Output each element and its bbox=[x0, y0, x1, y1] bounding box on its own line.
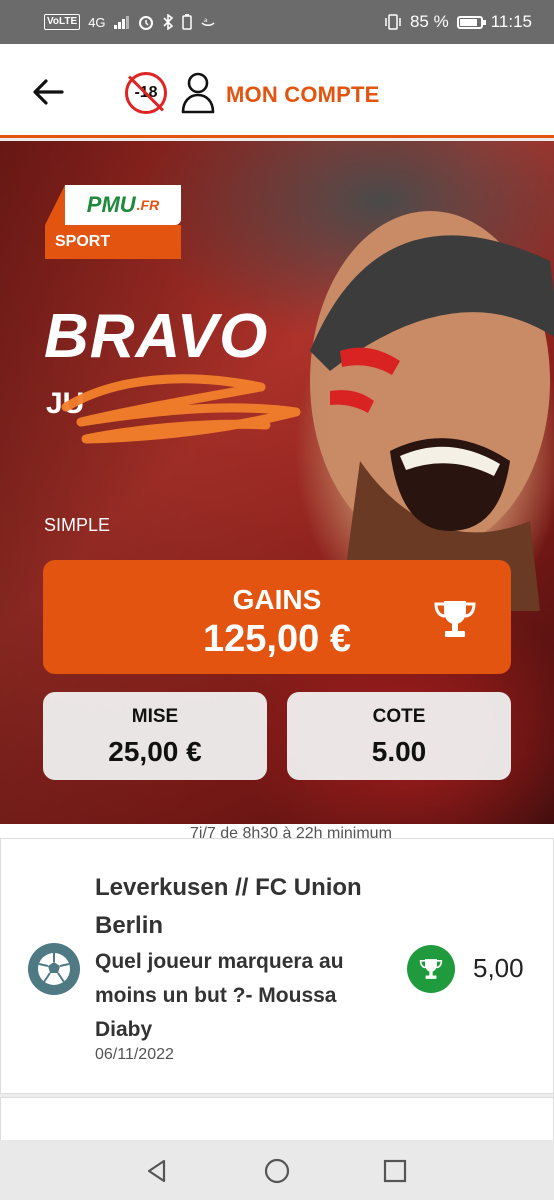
pmu-sport-logo: PMU .FR SPORT bbox=[45, 185, 181, 259]
vibrate-icon bbox=[385, 14, 401, 30]
odds-label: COTE bbox=[372, 706, 426, 727]
logo-domain: .FR bbox=[136, 197, 160, 213]
my-account-link[interactable]: MON COMPTE bbox=[226, 82, 380, 108]
clock: 11:15 bbox=[490, 12, 532, 31]
svg-text:a: a bbox=[204, 18, 208, 24]
stake-label: MISE bbox=[131, 706, 179, 727]
triangle-back-icon[interactable] bbox=[144, 1158, 170, 1184]
opening-hours-strip: 7j/7 de 8h30 à 22h minimum bbox=[0, 824, 554, 838]
battery-saver-icon bbox=[181, 14, 192, 30]
redaction-scribble bbox=[61, 374, 301, 444]
battery-percent: 85 % bbox=[409, 12, 449, 31]
stake-value: 25,00 € bbox=[108, 736, 202, 767]
opening-hours-text: 7j/7 de 8h30 à 22h minimum bbox=[190, 825, 392, 839]
bet-card[interactable]: Leverkusen // FC Union Berlin Quel joueu… bbox=[0, 838, 554, 1094]
bluetooth-icon bbox=[162, 14, 173, 30]
back-arrow-icon[interactable] bbox=[28, 74, 68, 110]
logo-section: SPORT bbox=[45, 225, 181, 259]
soccer-ball-icon bbox=[28, 943, 80, 995]
bet-type: SIMPLE bbox=[44, 515, 111, 535]
won-trophy-glyph bbox=[419, 959, 443, 979]
square-recent-icon[interactable] bbox=[382, 1158, 408, 1184]
win-banner: PMU .FR SPORT BRAVO JU SIMPLE GAINS 125,… bbox=[0, 141, 554, 825]
user-icon[interactable] bbox=[180, 70, 216, 114]
logo-corner bbox=[45, 185, 65, 225]
odds-box-value: 5.00 bbox=[371, 736, 427, 767]
odds-box: COTE 5.00 bbox=[287, 692, 511, 780]
volte-badge: VoLTE bbox=[44, 14, 81, 30]
network-type: 4G bbox=[88, 14, 106, 30]
headline: BRAVO bbox=[44, 302, 269, 371]
battery-icon bbox=[456, 15, 486, 29]
trophy-icon bbox=[434, 601, 476, 637]
alarm-icon bbox=[138, 16, 153, 30]
gains-panel: GAINS 125,00 € bbox=[43, 560, 511, 674]
age-restriction-label: -18 bbox=[134, 84, 158, 101]
match-title: Leverkusen // FC Union Berlin bbox=[95, 874, 362, 939]
stake-box: MISE 25,00 € bbox=[43, 692, 267, 780]
status-bar: VoLTE 4G a 85 % 11:15 bbox=[0, 0, 554, 44]
bet-odds: 5,00 bbox=[473, 953, 524, 983]
match-date: 06/11/2022 bbox=[95, 1046, 174, 1063]
logo-brand: PMU bbox=[86, 192, 136, 217]
age-restriction-badge: -18 bbox=[125, 72, 167, 114]
status-left: VoLTE 4G a bbox=[44, 14, 216, 30]
amazon-icon: a bbox=[201, 18, 215, 26]
won-trophy-icon bbox=[407, 945, 455, 993]
bet-question: Quel joueur marquera au moins un but ?- … bbox=[95, 950, 344, 1041]
circle-home-icon[interactable] bbox=[264, 1158, 290, 1184]
app-header: -18 MON COMPTE bbox=[0, 44, 554, 138]
system-nav-bar bbox=[0, 1140, 554, 1200]
signal-icon bbox=[113, 16, 129, 29]
logo-brand-box: PMU .FR bbox=[65, 185, 181, 225]
status-right: 85 % 11:15 bbox=[384, 12, 532, 32]
soccer-ball-glyph bbox=[38, 953, 70, 985]
